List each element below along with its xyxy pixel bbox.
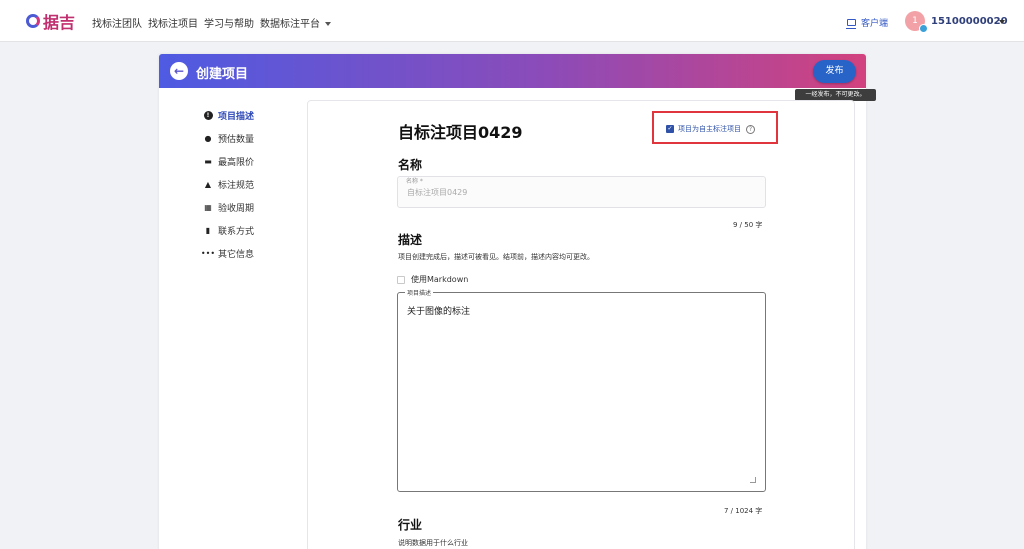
- desc-section-title: 描述: [398, 233, 423, 247]
- resize-handle-icon[interactable]: [750, 477, 756, 483]
- client-link[interactable]: 客户端: [846, 16, 889, 29]
- avatar[interactable]: 1: [905, 11, 928, 33]
- chevron-down-icon: [325, 22, 331, 26]
- nav-item-platform-menu[interactable]: 数据标注平台: [260, 15, 331, 30]
- page-title: 创建项目: [196, 67, 249, 82]
- info-icon: !: [203, 110, 213, 120]
- help-icon[interactable]: ?: [746, 124, 755, 134]
- section-nav-item-description[interactable]: ! 项目描述: [203, 108, 254, 122]
- status-dot-icon: [919, 24, 928, 33]
- bag-icon: ●: [204, 133, 212, 143]
- checkbox-checked-icon[interactable]: ✓: [666, 125, 674, 133]
- section-nav-item-spec[interactable]: ▲ 标注规范: [203, 177, 254, 191]
- description-textarea[interactable]: 项目描述 关于图像的标注: [397, 288, 766, 492]
- textarea-value: 关于图像的标注: [407, 307, 471, 317]
- user-menu-chevron-icon[interactable]: [999, 20, 1005, 24]
- section-nav-label: 联系方式: [218, 226, 255, 237]
- checkbox-unchecked-icon[interactable]: [397, 275, 405, 284]
- calendar-icon: ▦: [204, 202, 212, 212]
- name-field-legend: 名称 *: [406, 178, 423, 185]
- section-nav-item-other[interactable]: ••• 其它信息: [200, 246, 255, 260]
- project-title: 自标注项目0429: [398, 123, 523, 142]
- self-annotate-checkbox[interactable]: ✓ 项目为自主标注项目 ?: [666, 124, 755, 134]
- publish-button[interactable]: 发布: [813, 60, 856, 83]
- avatar-text: 1: [912, 16, 918, 26]
- name-section-title: 名称: [398, 158, 423, 172]
- card-header: ← 创建项目 发布: [159, 54, 866, 88]
- section-nav-item-acceptance[interactable]: ▦ 验收周期: [203, 200, 254, 214]
- user-phone[interactable]: 15100000020: [931, 16, 1008, 27]
- desc-hint: 项目创建完成后，描述可被看见。结项前，描述内容均可更改。: [398, 253, 594, 261]
- nav-item-help[interactable]: 学习与帮助: [204, 15, 254, 30]
- markdown-label: 使用Markdown: [411, 275, 469, 284]
- section-nav-item-contact[interactable]: ▮ 联系方式: [203, 223, 254, 237]
- section-nav-label: 项目描述: [218, 111, 255, 122]
- desc-char-counter: 7 / 1024 字: [724, 507, 763, 515]
- graduation-cap-icon: ▲: [204, 179, 212, 189]
- name-field[interactable]: 名称 * 自标注项目0429: [397, 176, 766, 208]
- client-label: 客户端: [861, 19, 889, 29]
- nav-item-find-team[interactable]: 找标注团队: [92, 15, 142, 30]
- price-icon: ▬: [204, 156, 212, 166]
- industry-section-title: 行业: [398, 518, 423, 532]
- logo-icon: [26, 14, 40, 28]
- nav-item-find-project[interactable]: 找标注项目: [148, 15, 198, 30]
- contact-book-icon: ▮: [205, 225, 211, 235]
- textarea-legend: 项目描述: [405, 288, 434, 297]
- name-field-value: 自标注项目0429: [407, 188, 468, 197]
- logo-text: 据吉: [43, 13, 76, 32]
- self-annotate-label: 项目为自主标注项目: [678, 125, 741, 133]
- section-nav-label: 验收周期: [218, 203, 255, 214]
- section-nav-item-price[interactable]: ▬ 最高限价: [203, 154, 254, 168]
- industry-hint: 说明数据用于什么行业: [398, 539, 468, 547]
- more-icon: •••: [200, 248, 216, 258]
- section-nav-label: 其它信息: [218, 249, 255, 260]
- logo[interactable]: 据吉: [26, 11, 76, 32]
- back-button[interactable]: ←: [170, 62, 188, 80]
- markdown-checkbox[interactable]: 使用Markdown: [397, 274, 468, 285]
- name-char-counter: 9 / 50 字: [733, 221, 763, 229]
- section-nav-label: 预估数量: [218, 134, 255, 145]
- section-nav-item-quantity[interactable]: ● 预估数量: [203, 131, 255, 145]
- top-navbar: 据吉 找标注团队 找标注项目 学习与帮助 数据标注平台 客户端 1 151000…: [0, 0, 1024, 42]
- section-nav-label: 最高限价: [218, 157, 255, 168]
- nav-item-platform-label: 数据标注平台: [260, 19, 320, 30]
- monitor-icon: [846, 19, 856, 29]
- section-nav-label: 标注规范: [218, 180, 255, 191]
